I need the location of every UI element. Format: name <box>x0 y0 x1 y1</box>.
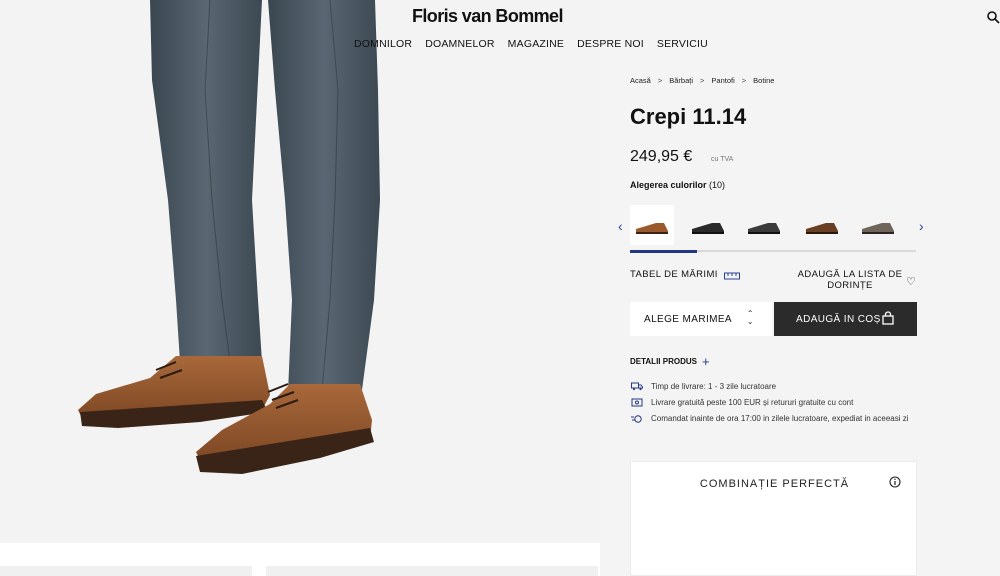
swatch-cognac[interactable] <box>630 205 674 245</box>
perfect-combination-title: COMBINAȚIE PERFECTĂ <box>699 478 850 490</box>
breadcrumb-home[interactable]: Acasă <box>630 76 651 85</box>
truck-icon <box>631 381 643 395</box>
heart-icon[interactable]: ♡ <box>906 275 916 288</box>
breadcrumb-separator: > <box>741 76 747 85</box>
free-shipping-info: Livrare gratuită peste 100 EUR și returu… <box>631 397 921 411</box>
breadcrumb-men[interactable]: Bărbați <box>669 76 693 85</box>
main-nav: DOMNILOR DOAMNELOR MAGAZINE DESPRE NOI S… <box>354 38 708 50</box>
nav-item-about[interactable]: DESPRE NOI <box>577 38 644 50</box>
fast-delivery-icon <box>631 413 643 427</box>
perfect-combination-panel: COMBINAȚIE PERFECTĂ <box>630 461 917 576</box>
size-table-link[interactable]: TABEL DE MĂRIMI <box>630 269 740 280</box>
nav-item-stores[interactable]: MAGAZINE <box>508 38 564 50</box>
plus-icon: + <box>701 354 710 369</box>
breadcrumb-separator: > <box>657 76 663 85</box>
size-table-label: TABEL DE MĂRIMI <box>630 269 718 280</box>
return-box-icon <box>631 397 643 411</box>
breadcrumb-boots[interactable]: Botine <box>753 76 774 85</box>
swatch-black[interactable] <box>686 205 730 245</box>
vat-label: cu TVA <box>711 156 734 163</box>
ruler-icon <box>723 272 740 279</box>
color-choice-label: Alegerea culorilor (10) <box>630 180 725 190</box>
swatch-active-indicator <box>630 250 697 253</box>
color-count: (10) <box>709 180 726 190</box>
chevron-up-down-icon: ⌃ ⌄ <box>746 309 754 326</box>
shopping-bag-icon <box>882 311 894 325</box>
product-title: Crepi 11.14 <box>630 104 747 129</box>
add-to-wishlist-button[interactable]: ADAUGĂ LA LISTA DE DORINȚE <box>780 269 920 291</box>
breadcrumb-separator: > <box>700 76 705 85</box>
same-day-dispatch-text: Comandat inainte de ora 17:00 in zilele … <box>651 414 909 423</box>
color-choice-text: Alegerea culorilor <box>630 180 707 190</box>
breadcrumb-shoes[interactable]: Pantofi <box>711 76 734 85</box>
nav-item-women[interactable]: DOAMNELOR <box>425 38 494 50</box>
size-select-label: ALEGE MARIMEA <box>644 314 732 325</box>
search-icon[interactable] <box>986 10 1000 24</box>
chevron-left-icon[interactable]: ‹ <box>618 218 623 234</box>
nav-item-men[interactable]: DOMNILOR <box>354 38 412 50</box>
product-image[interactable] <box>0 0 600 543</box>
brand-logo[interactable]: Floris van Bommel <box>412 6 563 27</box>
same-day-dispatch-info: Comandat inainte de ora 17:00 in zilele … <box>631 413 921 427</box>
swatch-brown[interactable] <box>800 205 844 245</box>
add-to-cart-button[interactable]: ADAUGĂ IN COȘ <box>774 302 917 336</box>
swatch-dark-grey[interactable] <box>742 205 786 245</box>
delivery-time-text: Timp de livrare: 1 - 3 zile lucratoare <box>651 382 777 391</box>
product-details-toggle[interactable]: DETALII PRODUS + <box>630 354 710 369</box>
product-price: 249,95 € <box>630 148 693 165</box>
swatch-grey-brown[interactable] <box>856 205 900 245</box>
color-swatch-carousel: ‹ › <box>616 205 932 249</box>
chevron-right-icon[interactable]: › <box>919 218 924 234</box>
thumbnail-card[interactable] <box>266 566 598 576</box>
nav-item-service[interactable]: SERVICIU <box>657 38 708 50</box>
product-details-label: DETALII PRODUS <box>630 357 697 366</box>
breadcrumb: Acasă > Bărbați > Pantofi > Botine <box>630 76 774 85</box>
size-select[interactable]: ALEGE MARIMEA ⌃ ⌄ <box>630 302 772 336</box>
info-icon[interactable] <box>889 476 901 488</box>
thumbnail-card[interactable] <box>0 566 252 576</box>
jeans-and-shoes-illustration <box>78 0 380 474</box>
free-shipping-text: Livrare gratuită peste 100 EUR și returu… <box>651 398 854 407</box>
delivery-time-info: Timp de livrare: 1 - 3 zile lucratoare <box>631 381 921 395</box>
add-to-cart-label: ADAUGĂ IN COȘ <box>796 314 881 325</box>
